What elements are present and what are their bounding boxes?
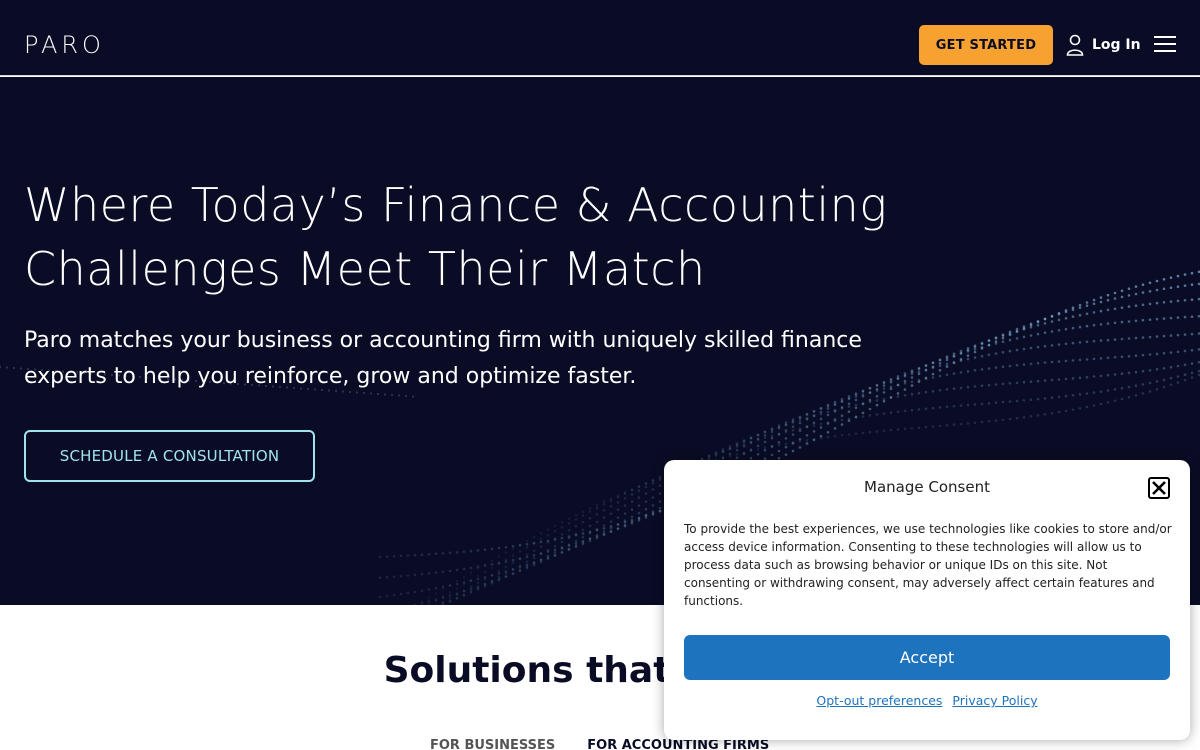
hero-title-line2: Challenges Meet Their Match [24,242,706,296]
close-consent-button[interactable] [1148,477,1170,499]
hero-subtitle-line1: Paro matches your business or accounting… [24,328,862,353]
accept-button[interactable]: Accept [684,635,1170,680]
schedule-consultation-button[interactable]: SCHEDULE A CONSULTATION [24,430,315,482]
close-icon [1152,481,1166,495]
consent-text: To provide the best experiences, we use … [684,522,1172,608]
hero-subtitle-line2: experts to help you reinforce, grow and … [24,364,637,389]
hamburger-menu-icon[interactable] [1154,34,1176,54]
tab-for-businesses[interactable]: FOR BUSINESSES [430,738,555,750]
get-started-button[interactable]: GET STARTED [919,25,1053,65]
privacy-policy-link[interactable]: Privacy Policy [952,693,1037,708]
consent-title: Manage Consent [864,478,990,496]
hero-title-line1: Where Today’s Finance & Accounting [24,178,888,232]
user-icon [1066,34,1084,56]
hero-title: Where Today’s Finance & Accounting Chall… [24,173,984,301]
login-label: Log In [1092,37,1141,53]
hero-subtitle: Paro matches your business or accounting… [24,323,984,395]
login-link[interactable]: Log In [1066,33,1141,57]
paro-logo[interactable]: PARO [24,31,105,59]
opt-out-preferences-link[interactable]: Opt-out preferences [816,693,942,708]
site-header: PARO GET STARTED Log In [0,0,1200,76]
consent-dialog: Manage Consent To provide the best exper… [664,460,1190,740]
consent-links: Opt-out preferences Privacy Policy [664,693,1190,708]
